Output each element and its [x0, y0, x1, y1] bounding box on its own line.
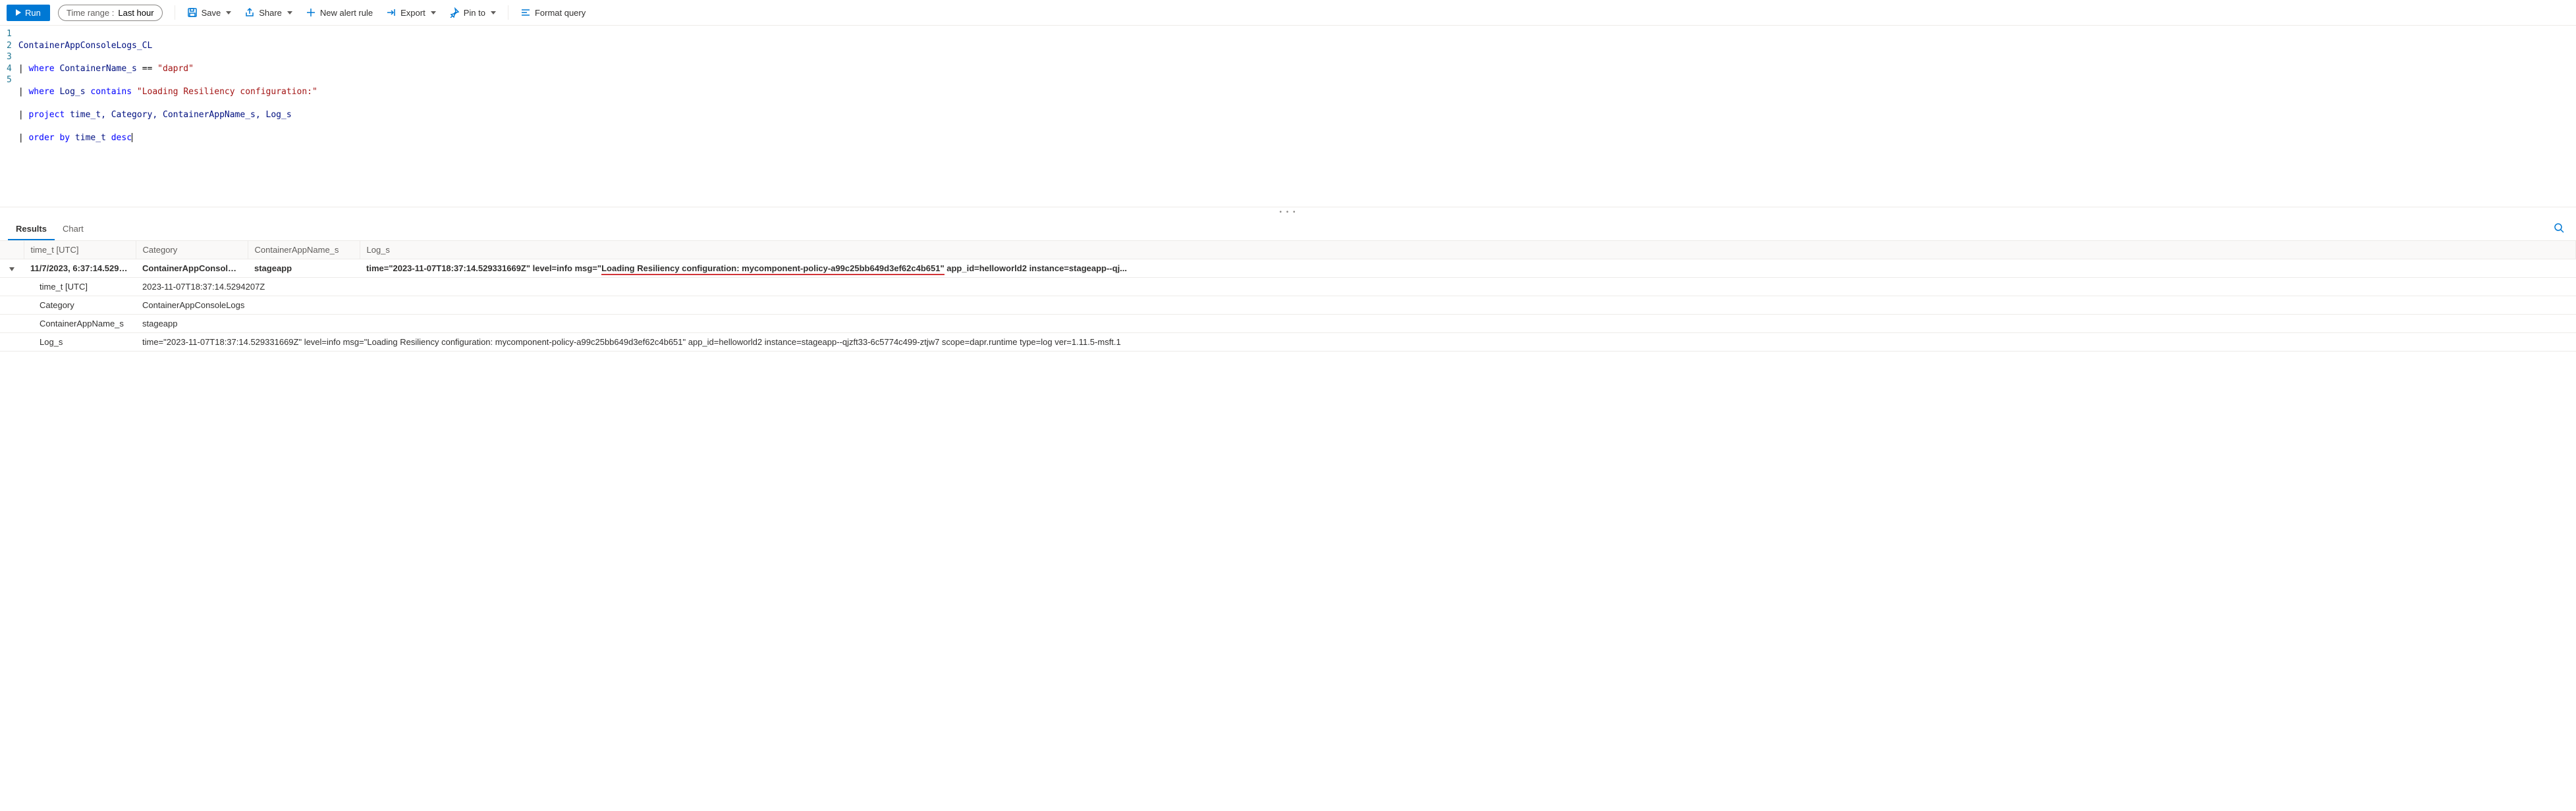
time-range-picker[interactable]: Time range : Last hour [58, 5, 163, 21]
chevron-down-icon [491, 11, 496, 14]
detail-key: ContainerAppName_s [0, 314, 136, 332]
cell-time: 11/7/2023, 6:37:14.529 PM [24, 259, 136, 277]
detail-key: time_t [UTC] [0, 277, 136, 296]
cell-category: ContainerAppConsoleLogs [136, 259, 248, 277]
toolbar: Run Time range : Last hour Save Share Ne… [0, 0, 2576, 26]
chevron-down-icon [431, 11, 436, 14]
tab-results[interactable]: Results [8, 217, 55, 240]
detail-key: Category [0, 296, 136, 314]
detail-row-log: Log_s time="2023-11-07T18:37:14.52933166… [0, 332, 2576, 351]
log-highlight: Loading Resiliency configuration: mycomp… [601, 263, 945, 275]
play-icon [16, 9, 21, 16]
detail-value: ContainerAppConsoleLogs [136, 296, 2576, 314]
export-icon [386, 7, 397, 18]
cell-log: time="2023-11-07T18:37:14.529331669Z" le… [360, 259, 2576, 277]
detail-row-appname: ContainerAppName_s stageapp [0, 314, 2576, 332]
export-button[interactable]: Export [381, 4, 441, 21]
detail-row-category: Category ContainerAppConsoleLogs [0, 296, 2576, 314]
query-code[interactable]: ContainerAppConsoleLogs_CL | where Conta… [18, 28, 2576, 167]
detail-value: 2023-11-07T18:37:14.5294207Z [136, 277, 2576, 296]
pin-icon [449, 7, 460, 18]
share-button[interactable]: Share [239, 4, 298, 21]
search-icon[interactable] [2550, 219, 2568, 239]
tab-chart[interactable]: Chart [55, 217, 92, 240]
expand-col-header [0, 241, 24, 259]
pin-to-button[interactable]: Pin to [444, 4, 501, 21]
cell-appname: stageapp [248, 259, 360, 277]
chevron-down-icon [287, 11, 292, 14]
chevron-down-icon [9, 267, 14, 271]
save-icon [187, 7, 198, 18]
table-header-row: time_t [UTC] Category ContainerAppName_s… [0, 241, 2576, 259]
new-alert-button[interactable]: New alert rule [300, 4, 378, 21]
col-log[interactable]: Log_s [360, 241, 2576, 259]
time-range-label: Time range : [67, 8, 115, 18]
plus-icon [306, 7, 316, 18]
chevron-down-icon [226, 11, 231, 14]
run-label: Run [25, 8, 41, 18]
result-tabs: Results Chart [0, 217, 2576, 241]
col-time[interactable]: time_t [UTC] [24, 241, 136, 259]
detail-row-time: time_t [UTC] 2023-11-07T18:37:14.5294207… [0, 277, 2576, 296]
line-gutter: 1 2 3 4 5 [0, 28, 18, 167]
run-button[interactable]: Run [7, 5, 50, 21]
detail-key: Log_s [0, 332, 136, 351]
table-row[interactable]: 11/7/2023, 6:37:14.529 PM ContainerAppCo… [0, 259, 2576, 277]
results-table: time_t [UTC] Category ContainerAppName_s… [0, 241, 2576, 352]
detail-value: stageapp [136, 314, 2576, 332]
format-query-button[interactable]: Format query [515, 4, 591, 21]
time-range-value: Last hour [118, 8, 153, 18]
share-icon [244, 7, 255, 18]
save-button[interactable]: Save [182, 4, 237, 21]
splitter-handle[interactable]: • • • [0, 207, 2576, 217]
query-editor[interactable]: 1 2 3 4 5 ContainerAppConsoleLogs_CL | w… [0, 26, 2576, 207]
row-expand-toggle[interactable] [0, 259, 24, 277]
col-category[interactable]: Category [136, 241, 248, 259]
format-icon [520, 7, 531, 18]
detail-value: time="2023-11-07T18:37:14.529331669Z" le… [136, 332, 2576, 351]
col-appname[interactable]: ContainerAppName_s [248, 241, 360, 259]
